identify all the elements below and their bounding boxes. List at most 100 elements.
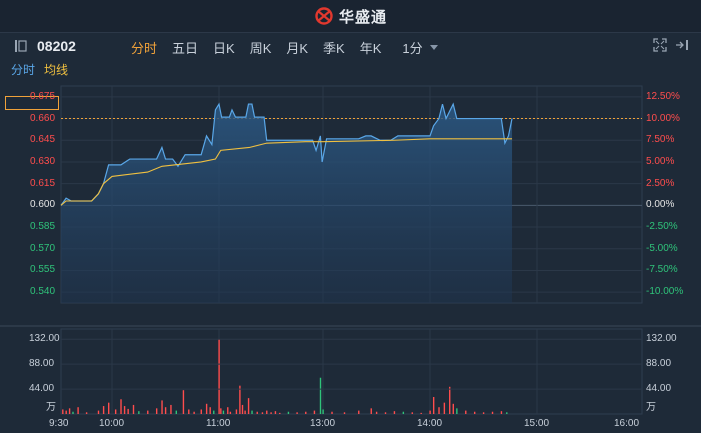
volume-bar bbox=[473, 411, 476, 414]
price-tick-label: 0.645 bbox=[30, 134, 56, 146]
volume-bar bbox=[256, 411, 258, 414]
volume-tick-label: 44.00 bbox=[646, 383, 672, 395]
volume-bar bbox=[438, 407, 440, 414]
time-tick-label: 11:00 bbox=[206, 418, 231, 429]
volume-bar bbox=[358, 410, 360, 414]
volume-tick-label: 132.00 bbox=[29, 333, 60, 345]
volume-bar bbox=[296, 412, 298, 414]
percent-tick-label: -2.50% bbox=[646, 221, 678, 233]
volume-bar bbox=[62, 409, 64, 414]
price-tick-label: 0.555 bbox=[30, 264, 56, 276]
volume-bar bbox=[114, 409, 117, 414]
volume-bar bbox=[319, 377, 322, 414]
volume-bar bbox=[370, 408, 372, 414]
volume-bar bbox=[222, 410, 225, 414]
volume-bar bbox=[213, 410, 215, 414]
volume-bar bbox=[147, 410, 149, 414]
volume-bar bbox=[102, 406, 105, 414]
percent-tick-label: -7.50% bbox=[646, 264, 678, 276]
volume-bar bbox=[218, 339, 220, 414]
volume-bar bbox=[305, 411, 307, 414]
volume-bar bbox=[235, 409, 238, 414]
volume-bar bbox=[188, 409, 190, 414]
time-tick-label: 9:30 bbox=[49, 418, 69, 429]
volume-tick-label: 44.00 bbox=[29, 383, 55, 395]
volume-bar bbox=[279, 412, 281, 414]
volume-bar bbox=[175, 410, 177, 414]
volume-bar bbox=[432, 397, 435, 414]
volume-bar bbox=[411, 412, 413, 414]
volume-bar bbox=[227, 407, 229, 414]
volume-bar bbox=[164, 407, 167, 414]
volume-bar bbox=[465, 410, 467, 414]
volume-bar bbox=[251, 410, 253, 414]
percent-tick-label: 5.00% bbox=[646, 155, 675, 167]
volume-bar bbox=[108, 402, 110, 414]
volume-tick-label: 88.00 bbox=[29, 358, 55, 370]
volume-bar bbox=[375, 411, 378, 414]
volume-bar bbox=[261, 412, 264, 414]
volume-bar bbox=[270, 412, 272, 414]
percent-tick-label: -10.00% bbox=[646, 286, 684, 298]
volume-bar bbox=[287, 411, 290, 414]
volume-bar bbox=[384, 412, 387, 414]
percent-tick-label: 0.00% bbox=[646, 199, 675, 211]
volume-bar bbox=[241, 404, 244, 414]
volume-bar bbox=[155, 408, 158, 414]
volume-bar bbox=[247, 398, 250, 414]
volume-bar bbox=[229, 411, 232, 414]
volume-bar bbox=[68, 408, 71, 414]
volume-bar bbox=[97, 410, 100, 414]
volume-bar bbox=[322, 409, 324, 414]
percent-tick-label: 10.00% bbox=[646, 112, 680, 124]
volume-bar bbox=[127, 408, 129, 414]
price-tick-label: 0.675 bbox=[30, 90, 56, 102]
price-tick-label: 0.600 bbox=[30, 199, 56, 211]
volume-bar bbox=[77, 407, 79, 414]
volume-bar bbox=[343, 412, 346, 414]
volume-bar bbox=[200, 409, 202, 414]
volume-bar bbox=[449, 386, 451, 414]
volume-bar bbox=[452, 403, 454, 414]
volume-bar bbox=[331, 411, 333, 414]
percent-tick-label: 12.50% bbox=[646, 90, 680, 102]
volume-bar bbox=[482, 412, 485, 414]
volume-bar bbox=[138, 411, 140, 414]
time-tick-label: 15:00 bbox=[524, 418, 550, 429]
volume-bar bbox=[220, 408, 222, 414]
intraday-chart[interactable] bbox=[0, 0, 701, 433]
volume-bar bbox=[120, 399, 122, 414]
volume-bar bbox=[506, 412, 508, 414]
price-area-fill bbox=[61, 104, 513, 303]
volume-bar bbox=[209, 407, 211, 414]
volume-bar bbox=[313, 410, 316, 414]
volume-unit-label: 万 bbox=[646, 402, 656, 413]
price-tick-label: 0.630 bbox=[30, 155, 56, 167]
volume-bar bbox=[266, 410, 268, 414]
volume-bar bbox=[429, 410, 431, 414]
volume-bar bbox=[123, 406, 126, 414]
volume-tick-label: 132.00 bbox=[646, 333, 677, 345]
price-tick-label: 0.615 bbox=[30, 177, 56, 189]
price-tick-label: 0.660 bbox=[30, 112, 56, 124]
price-tick-label: 0.540 bbox=[30, 286, 56, 298]
price-tick-label: 0.570 bbox=[30, 242, 56, 254]
volume-bar bbox=[420, 412, 422, 414]
volume-bar bbox=[393, 411, 396, 414]
percent-tick-label: 7.50% bbox=[646, 134, 675, 146]
time-tick-label: 14:00 bbox=[417, 418, 443, 429]
volume-tick-label: 88.00 bbox=[646, 358, 672, 370]
time-tick-label: 16:00 bbox=[614, 418, 640, 429]
volume-bar bbox=[443, 402, 446, 414]
volume-bar bbox=[65, 410, 67, 414]
percent-tick-label: 2.50% bbox=[646, 177, 675, 189]
volume-panel-frame bbox=[60, 328, 643, 415]
volume-bar bbox=[72, 411, 74, 414]
volume-bar bbox=[170, 404, 172, 414]
volume-bar bbox=[456, 408, 458, 414]
time-tick-label: 10:00 bbox=[99, 418, 125, 429]
volume-bar bbox=[182, 390, 185, 414]
volume-bar bbox=[85, 412, 88, 414]
volume-unit-label: 万 bbox=[46, 402, 56, 413]
volume-bar bbox=[239, 385, 241, 414]
